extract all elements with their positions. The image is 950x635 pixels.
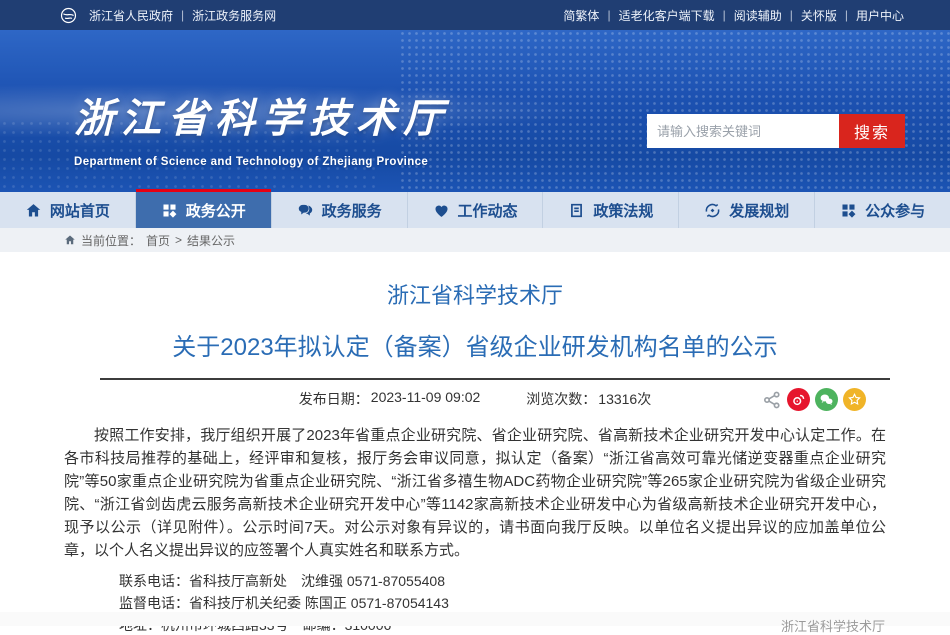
site-search: 搜索	[647, 114, 905, 148]
site-logo: 浙江省科学技术厅 Department of Science and Techn…	[74, 86, 450, 168]
nav-item-home[interactable]: 网站首页	[0, 192, 136, 228]
separator: |	[790, 8, 793, 22]
weibo-share-icon[interactable]	[787, 388, 810, 411]
article-meta: 发布日期： 2023-11-09 09:02 浏览次数： 13316次	[0, 380, 950, 418]
link-provincial-government[interactable]: 浙江省人民政府	[89, 7, 173, 24]
share-bar	[762, 388, 866, 411]
breadcrumb-separator: >	[175, 233, 182, 247]
nav-label: 政务公开	[186, 200, 246, 221]
link-elderly-client-download[interactable]: 适老化客户端下载	[619, 7, 715, 24]
breadcrumb-home-icon	[64, 234, 76, 246]
article-paragraph: 按照工作安排，我厅组织开展了2023年省重点企业研究院、省企业研究院、省高新技术…	[0, 424, 950, 562]
participation-grid-icon	[840, 202, 857, 219]
site-title-english: Department of Science and Technology of …	[74, 156, 450, 168]
separator: |	[845, 8, 848, 22]
share-icon[interactable]	[762, 390, 782, 410]
nav-label: 发展规划	[729, 200, 789, 221]
home-icon	[25, 202, 42, 219]
nav-label: 公众参与	[865, 200, 925, 221]
nav-label: 政策法规	[593, 200, 653, 221]
link-gov-service-site[interactable]: 浙江政务服务网	[192, 7, 276, 24]
breadcrumb-prefix: 当前位置：	[81, 232, 141, 249]
link-care-version[interactable]: 关怀版	[801, 7, 837, 24]
link-simplified-traditional[interactable]: 简繁体	[563, 7, 599, 24]
nav-item-development-plans[interactable]: 发展规划	[679, 192, 815, 228]
nav-item-work-news[interactable]: 工作动态	[408, 192, 544, 228]
nav-item-gov-services[interactable]: 政务服务	[272, 192, 408, 228]
nav-label: 网站首页	[50, 200, 110, 221]
views-value: 13316次	[598, 389, 651, 409]
nav-item-policies[interactable]: 政策法规	[543, 192, 679, 228]
topbar-right-links: 简繁体 | 适老化客户端下载 | 阅读辅助 | 关怀版 | 用户中心	[563, 7, 904, 24]
breadcrumb-home-link[interactable]: 首页	[146, 232, 170, 249]
banner-worldmap-dots	[399, 30, 950, 192]
top-utility-bar: 浙江省人民政府 | 浙江政务服务网 简繁体 | 适老化客户端下载 | 阅读辅助 …	[0, 0, 950, 30]
search-input[interactable]	[647, 114, 839, 148]
article-title-agency: 浙江省科学技术厅	[0, 278, 950, 310]
open-gov-grid-icon	[161, 202, 178, 219]
main-nav: 网站首页 政务公开 政务服务 工作动态 政策法规 发展规划 公众参与	[0, 192, 950, 228]
contact-phone-line: 联系电话：省科技厅高新处 沈维强 0571-87055408	[119, 570, 950, 592]
link-reading-assist[interactable]: 阅读辅助	[734, 7, 782, 24]
site-title: 浙江省科学技术厅	[74, 86, 450, 144]
search-button[interactable]: 搜索	[839, 114, 905, 148]
link-user-center[interactable]: 用户中心	[856, 7, 904, 24]
chat-bubbles-icon	[297, 202, 314, 219]
separator: |	[181, 8, 184, 22]
handshake-icon	[704, 202, 721, 219]
government-emblem-icon	[60, 7, 77, 24]
nav-item-open-government[interactable]: 政务公开	[136, 192, 272, 228]
topbar-left-links: 浙江省人民政府 | 浙江政务服务网	[60, 7, 276, 24]
article-title-main: 关于2023年拟认定（备案）省级企业研发机构名单的公示	[0, 327, 950, 362]
breadcrumb: 当前位置： 首页 > 结果公示	[0, 228, 950, 252]
separator: |	[607, 8, 610, 22]
nav-label: 政务服务	[322, 200, 382, 221]
article: 浙江省科学技术厅 关于2023年拟认定（备案）省级企业研发机构名单的公示 发布日…	[0, 252, 950, 635]
supervision-phone-line: 监督电话：省科技厅机关纪委 陈国正 0571-87054143	[119, 592, 950, 614]
publish-date-label: 发布日期：	[299, 389, 369, 409]
qzone-share-icon[interactable]	[843, 388, 866, 411]
wechat-share-icon[interactable]	[815, 388, 838, 411]
separator: |	[723, 8, 726, 22]
site-banner: 浙江省科学技术厅 Department of Science and Techn…	[0, 30, 950, 192]
breadcrumb-current: 结果公示	[187, 232, 235, 249]
views-label: 浏览次数：	[526, 389, 596, 409]
nav-label: 工作动态	[458, 200, 518, 221]
heart-icon	[433, 202, 450, 219]
publish-date-value: 2023-11-09 09:02	[371, 389, 481, 409]
document-icon	[568, 202, 585, 219]
nav-item-public-participation[interactable]: 公众参与	[815, 192, 950, 228]
